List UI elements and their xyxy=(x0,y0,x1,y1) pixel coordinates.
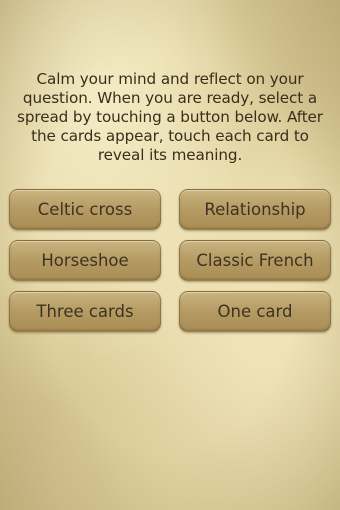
one-card-button[interactable]: One card xyxy=(179,291,331,332)
tarot-spread-screen: { "instructions": "Calm your mind and re… xyxy=(0,0,340,510)
instructions-text: Calm your mind and reflect on your quest… xyxy=(17,70,323,164)
horseshoe-button[interactable]: Horseshoe xyxy=(9,240,161,281)
spread-button-grid: Celtic cross Relationship Horseshoe Clas… xyxy=(9,189,331,332)
relationship-button[interactable]: Relationship xyxy=(179,189,331,230)
three-cards-button[interactable]: Three cards xyxy=(9,291,161,332)
celtic-cross-button[interactable]: Celtic cross xyxy=(9,189,161,230)
classic-french-button[interactable]: Classic French xyxy=(179,240,331,281)
